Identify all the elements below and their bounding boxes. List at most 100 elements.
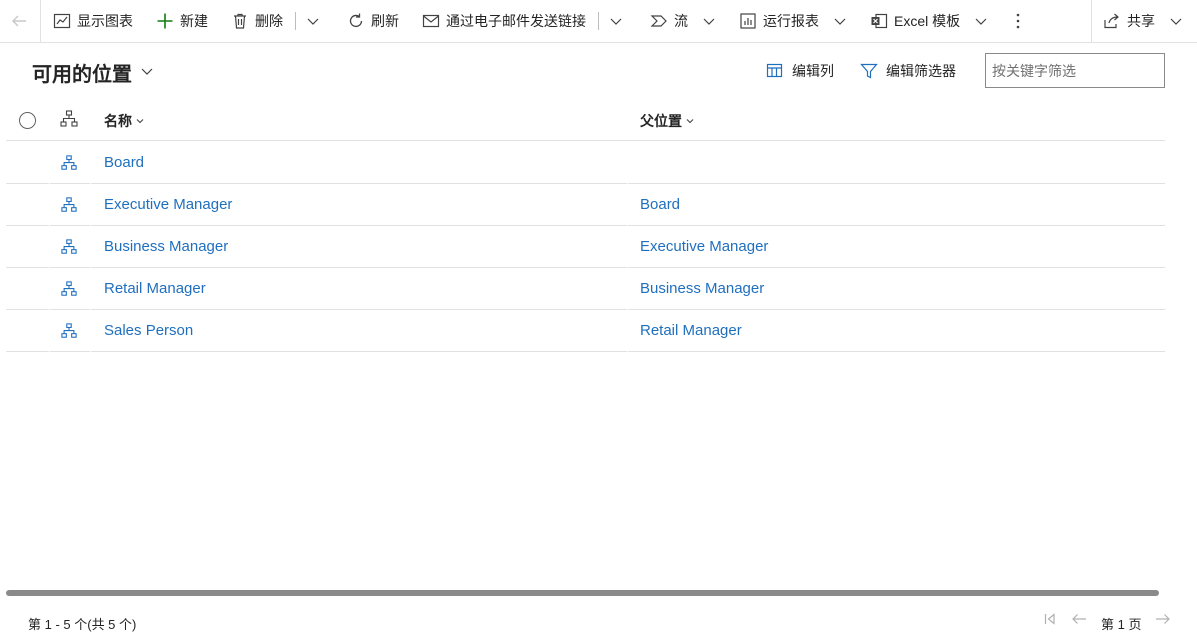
refresh-icon	[347, 12, 365, 30]
excel-template-label: Excel 模板	[894, 13, 961, 29]
divider	[49, 268, 50, 310]
divider	[90, 142, 91, 184]
name-link[interactable]: Business Manager	[104, 238, 228, 255]
divider	[90, 310, 91, 352]
arrow-right-icon	[1155, 612, 1171, 631]
divider	[40, 0, 41, 42]
divider	[627, 268, 628, 310]
back-button[interactable]	[10, 0, 34, 42]
chart-icon	[53, 12, 71, 30]
position-hierarchy-icon[interactable]	[61, 239, 77, 260]
table-row[interactable]: Retail Manager Business Manager	[6, 268, 1165, 310]
name-link[interactable]: Retail Manager	[104, 280, 206, 297]
delete-label: 删除	[255, 13, 283, 29]
share-label: 共享	[1127, 13, 1155, 29]
position-hierarchy-icon[interactable]	[61, 197, 77, 218]
chevron-down-icon	[306, 14, 320, 28]
back-arrow-icon	[10, 12, 28, 30]
first-page-button[interactable]	[1043, 612, 1057, 631]
command-bar: 显示图表 新建 删除 刷新 通过电子邮件发送链接 流 运行报表 Excel 模板…	[0, 0, 1197, 43]
divider	[49, 310, 50, 352]
divider	[1091, 0, 1092, 42]
table-row[interactable]: Board	[6, 142, 1165, 184]
name-link[interactable]: Board	[104, 154, 144, 171]
previous-page-button[interactable]	[1071, 612, 1087, 631]
edit-columns-icon	[766, 62, 784, 80]
table-row[interactable]: Executive Manager Board	[6, 184, 1165, 226]
first-page-icon	[1043, 612, 1057, 631]
email-more-dropdown[interactable]	[609, 0, 629, 42]
more-vertical-icon	[1012, 12, 1024, 30]
column-header-parent[interactable]: 父位置	[640, 111, 695, 131]
divider	[49, 142, 50, 184]
excel-icon	[870, 12, 888, 30]
name-link[interactable]: Sales Person	[104, 322, 193, 339]
filter-icon	[860, 62, 878, 80]
edit-filters-label: 编辑筛选器	[886, 63, 956, 79]
divider	[627, 226, 628, 268]
table-row[interactable]: Sales Person Retail Manager	[6, 310, 1165, 352]
delete-button[interactable]: 删除	[231, 0, 283, 42]
position-hierarchy-icon[interactable]	[61, 155, 77, 176]
flow-label: 流	[674, 13, 688, 29]
column-header-name[interactable]: 名称	[104, 111, 145, 131]
divider	[627, 184, 628, 226]
name-link[interactable]: Executive Manager	[104, 196, 232, 213]
chevron-down-icon	[135, 113, 145, 129]
arrow-left-icon	[1071, 612, 1087, 631]
refresh-label: 刷新	[371, 13, 399, 29]
email-link-label: 通过电子邮件发送链接	[446, 13, 586, 29]
chevron-down-icon	[833, 14, 847, 28]
refresh-button[interactable]: 刷新	[347, 0, 399, 42]
parent-link[interactable]: Business Manager	[640, 280, 764, 297]
page-title: 可用的位置	[32, 64, 132, 86]
excel-template-button[interactable]: Excel 模板	[870, 0, 988, 42]
plus-icon	[156, 12, 174, 30]
divider	[90, 184, 91, 226]
divider	[49, 184, 50, 226]
chevron-down-icon	[685, 113, 695, 129]
flow-button[interactable]: 流	[650, 0, 716, 42]
divider	[295, 12, 296, 30]
share-button[interactable]: 共享	[1103, 0, 1183, 42]
chevron-down-icon	[609, 14, 623, 28]
select-all-radio[interactable]	[19, 112, 36, 129]
column-header-label: 父位置	[640, 113, 682, 129]
delete-more-dropdown[interactable]	[306, 0, 326, 42]
grid-header: 名称 父位置	[6, 99, 1165, 141]
share-icon	[1103, 12, 1121, 30]
parent-link[interactable]: Executive Manager	[640, 238, 768, 255]
divider	[90, 268, 91, 310]
view-selector[interactable]: 可用的位置	[32, 58, 154, 87]
chevron-down-icon	[974, 14, 988, 28]
edit-filters-button[interactable]: 编辑筛选器	[860, 60, 956, 82]
divider	[90, 226, 91, 268]
trash-icon	[231, 12, 249, 30]
report-icon	[739, 12, 757, 30]
show-chart-button[interactable]: 显示图表	[53, 0, 133, 42]
position-hierarchy-icon[interactable]	[61, 323, 77, 344]
column-header-label: 名称	[104, 113, 132, 129]
new-label: 新建	[180, 13, 208, 29]
page-indicator: 第 1 页	[1101, 617, 1142, 632]
divider	[627, 310, 628, 352]
parent-link[interactable]: Retail Manager	[640, 322, 742, 339]
position-hierarchy-icon[interactable]	[61, 281, 77, 302]
keyword-filter-input[interactable]	[985, 53, 1165, 88]
more-commands-button[interactable]	[1012, 0, 1030, 42]
run-report-button[interactable]: 运行报表	[739, 0, 847, 42]
record-count: 第 1 - 5 个(共 5 个)	[28, 617, 137, 632]
hierarchy-icon[interactable]	[60, 110, 78, 133]
new-button[interactable]: 新建	[156, 0, 208, 42]
chevron-down-icon	[140, 61, 154, 84]
edit-columns-button[interactable]: 编辑列	[766, 60, 834, 82]
table-row[interactable]: Business Manager Executive Manager	[6, 226, 1165, 268]
run-report-label: 运行报表	[763, 13, 819, 29]
divider	[598, 12, 599, 30]
horizontal-scrollbar[interactable]	[6, 590, 1159, 596]
show-chart-label: 显示图表	[77, 13, 133, 29]
email-link-button[interactable]: 通过电子邮件发送链接	[422, 0, 586, 42]
divider	[49, 226, 50, 268]
next-page-button[interactable]	[1155, 612, 1171, 631]
parent-link[interactable]: Board	[640, 196, 680, 213]
